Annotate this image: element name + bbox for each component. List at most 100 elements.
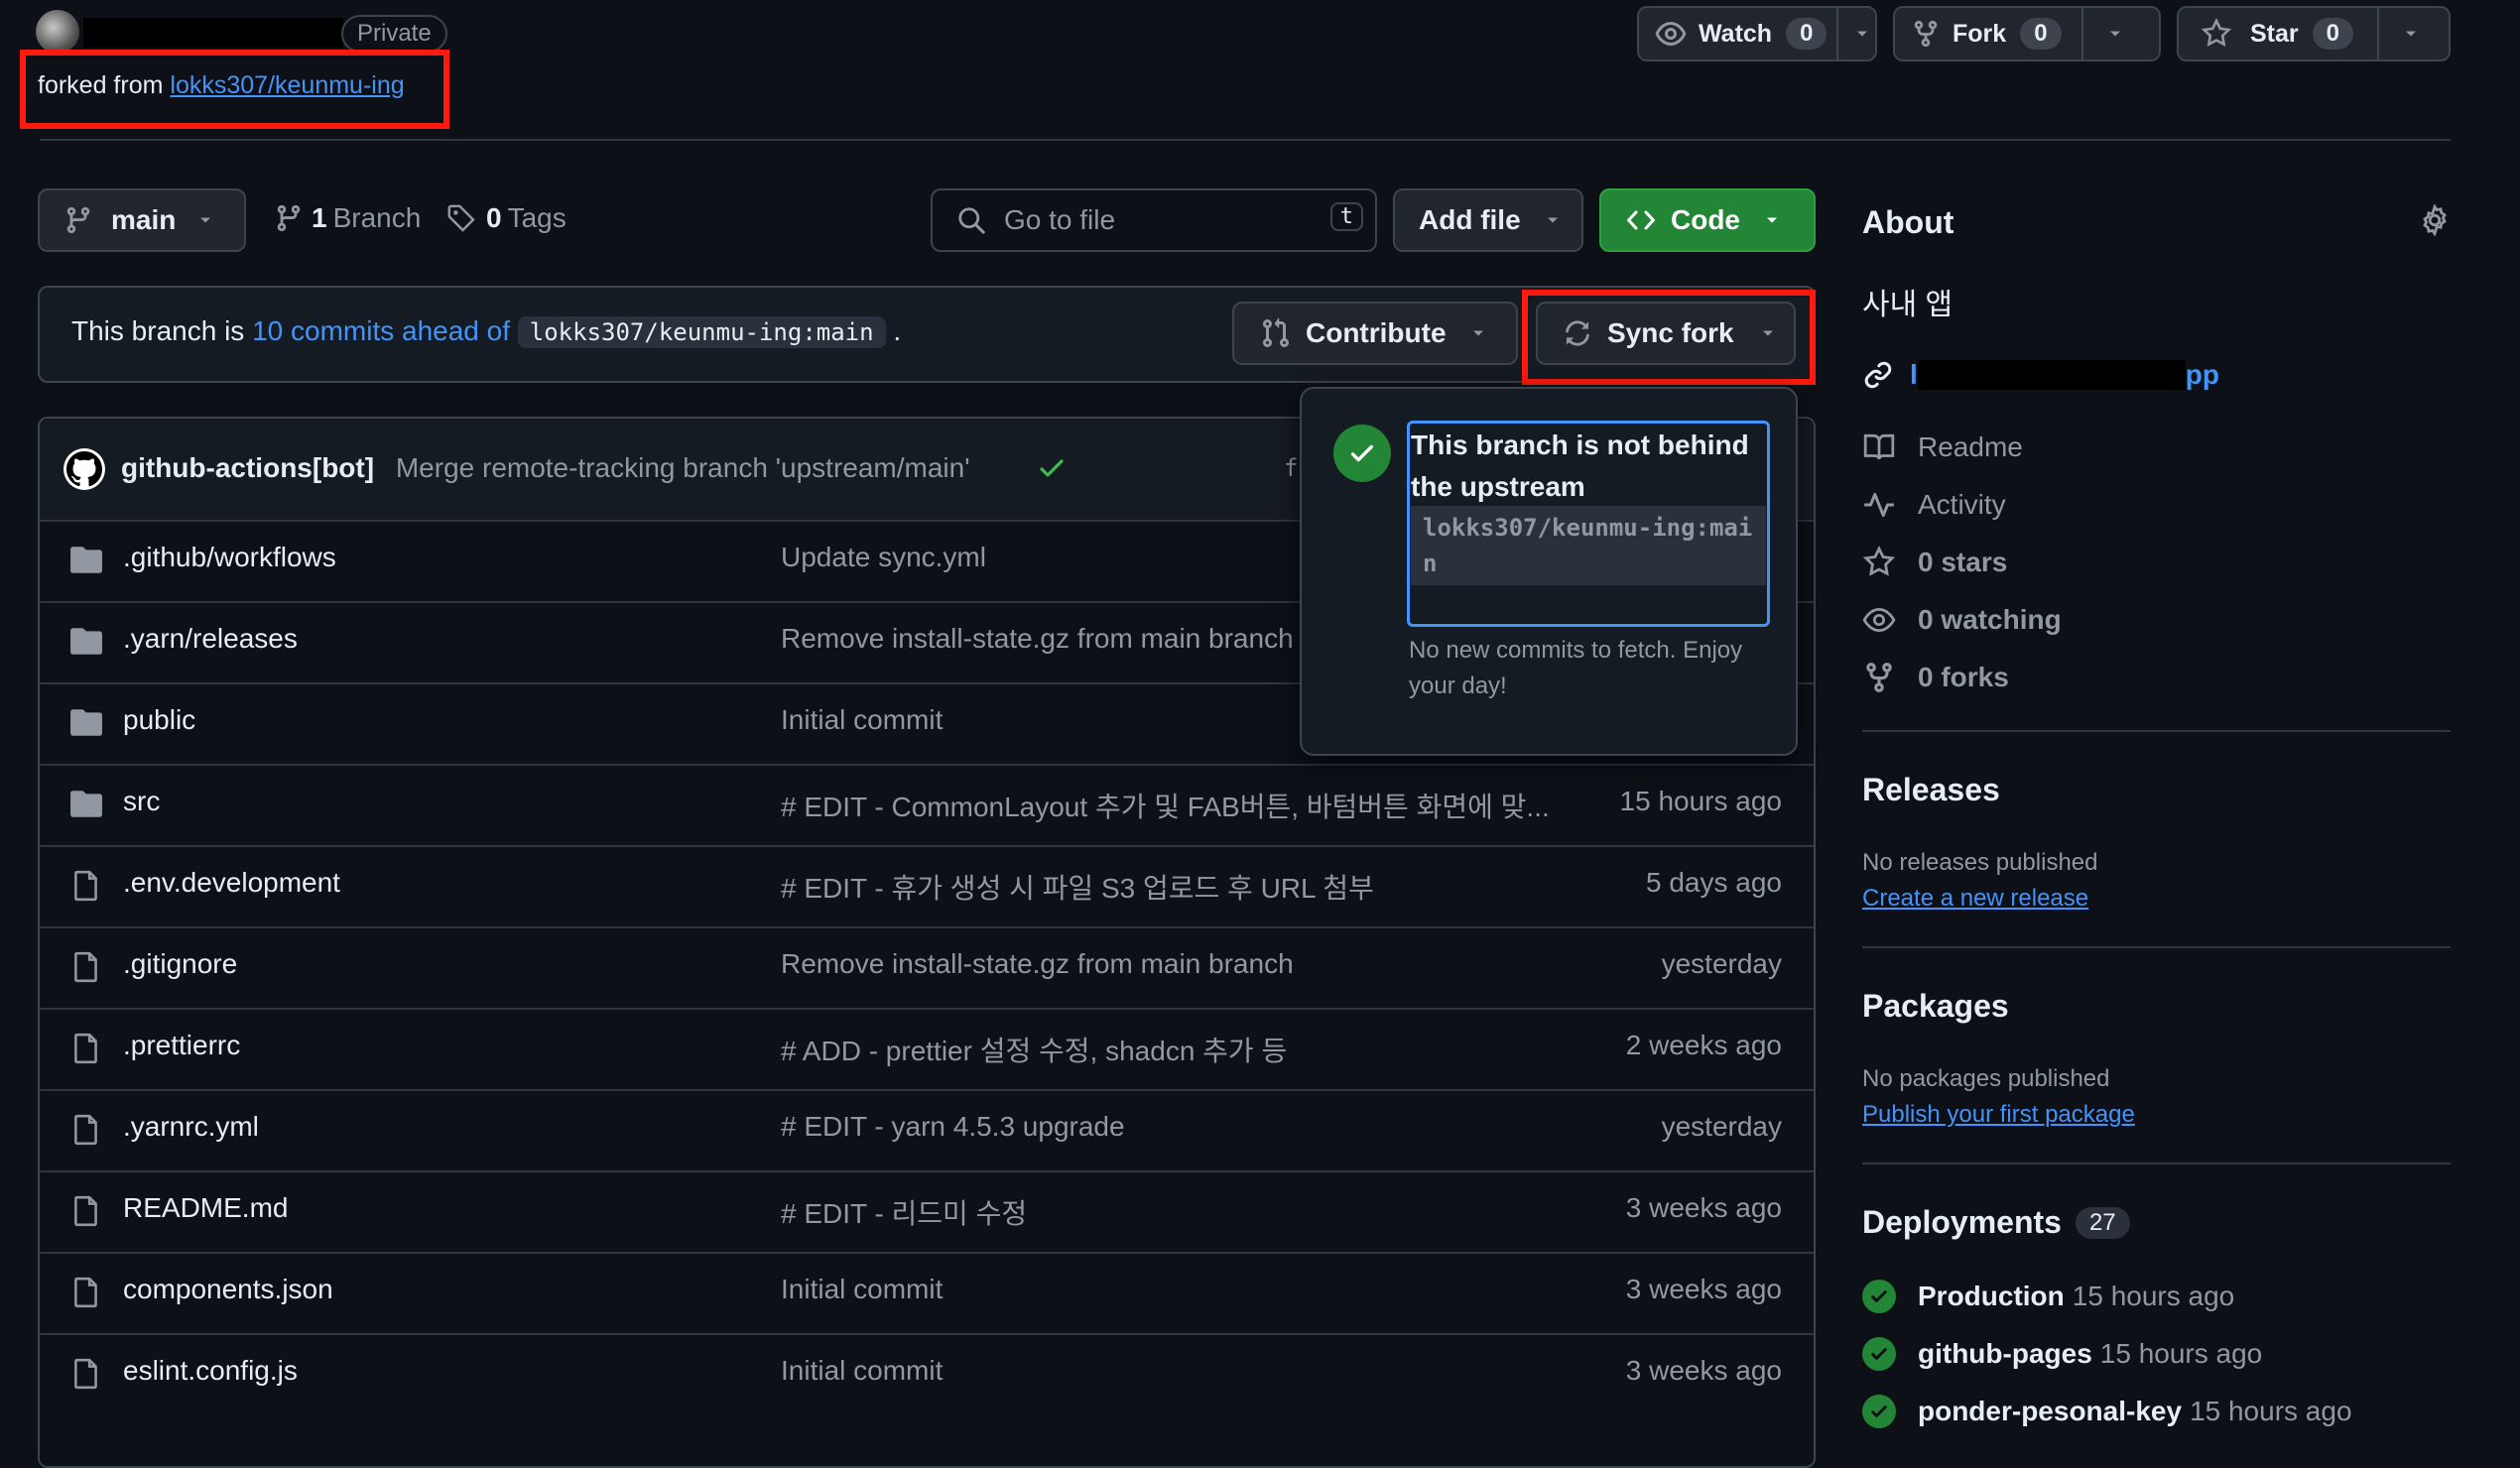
file-commit-date: 3 weeks ago [1625,1355,1782,1386]
file-name[interactable]: .gitignore [123,948,237,980]
file-name[interactable]: public [123,704,195,736]
tag-icon [446,203,476,233]
file-name[interactable]: README.md [123,1192,288,1224]
add-file-button[interactable]: Add file [1393,188,1583,252]
branch-status-text: This branch is 10 commits ahead of lokks… [71,315,902,348]
watch-button[interactable]: Watch 0 [1637,6,1877,61]
book-icon [1862,430,1918,464]
branch-selector[interactable]: main [38,188,246,252]
watch-dropdown-icon[interactable] [1852,24,1872,44]
forks-link[interactable]: 0 forks [1862,661,2009,694]
star-dropdown-icon[interactable] [2401,24,2421,44]
commit-author-avatar[interactable] [63,448,105,490]
activity-link[interactable]: Activity [1862,488,2006,522]
file-name[interactable]: .env.development [123,867,340,899]
check-icon[interactable] [1036,452,1068,484]
file-name[interactable]: .github/workflows [123,542,336,573]
success-check-icon [1333,425,1391,482]
deployment-item[interactable]: ponder-pesonal-key 15 hours ago [1862,1395,2352,1428]
table-row[interactable]: src # EDIT - CommonLayout 추가 및 FAB버튼, 바텀버… [40,764,1814,843]
link-icon [1862,359,1894,391]
avatar[interactable] [36,10,79,54]
publish-package-link[interactable]: Publish your first package [1862,1101,2135,1129]
deployment-time: 15 hours ago [2099,1338,2263,1369]
star-button[interactable]: Star 0 [2177,6,2451,61]
file-commit-date: 2 weeks ago [1625,1030,1782,1060]
table-row[interactable]: .prettierrc # ADD - prettier 설정 수정, shadc… [40,1008,1814,1087]
success-icon [1862,1280,1896,1313]
file-commit-message[interactable]: # EDIT - 리드미 수정 [781,1192,1594,1232]
sidebar-divider-2 [1862,946,2451,948]
popover-title: This branch is not behind the upstream [1411,429,1749,502]
gear-icon[interactable] [2419,204,2451,236]
popover-note: No new commits to fetch. Enjoy your day! [1409,637,1743,699]
file-name[interactable]: eslint.config.js [123,1355,298,1387]
releases-title[interactable]: Releases [1862,772,2000,808]
deployment-item[interactable]: Production 15 hours ago [1862,1280,2234,1313]
packages-title[interactable]: Packages [1862,988,2009,1025]
star-icon [2201,18,2232,50]
header-divider [40,139,2451,141]
folder-icon [69,788,103,821]
stars-link[interactable]: 0 stars [1862,546,2007,579]
file-commit-message[interactable]: # EDIT - 휴가 생성 시 파일 S3 업로드 후 URL 첨부 [781,867,1594,907]
deployment-item[interactable]: github-pages 15 hours ago [1862,1337,2262,1371]
deployment-time: 15 hours ago [2190,1396,2352,1426]
file-commit-message[interactable]: Initial commit [781,1274,1594,1305]
file-commit-message[interactable]: Remove install-state.gz from main branch [781,623,1346,655]
file-icon [69,1276,103,1309]
fork-icon [1911,19,1941,49]
file-commit-message[interactable]: # EDIT - CommonLayout 추가 및 FAB버튼, 바텀버튼 화… [781,786,1594,825]
tags-link[interactable]: 0 Tags [446,202,567,234]
table-row[interactable]: README.md # EDIT - 리드미 수정 3 weeks ago [40,1170,1814,1250]
fork-outline-icon [1862,661,1918,694]
file-name[interactable]: .yarnrc.yml [123,1111,259,1143]
fork-button[interactable]: Fork 0 [1893,6,2161,61]
file-commit-message[interactable]: # ADD - prettier 설정 수정, shadcn 추가 등 [781,1030,1594,1069]
file-icon [69,1113,103,1147]
commit-message[interactable]: Merge remote-tracking branch 'upstream/m… [396,452,970,483]
commit-summary: github-actions[bot] Merge remote-trackin… [121,452,970,484]
eye-icon [1655,18,1687,50]
upstream-ref: lokks307/keunmu-ing:main [517,316,886,348]
file-icon [69,1032,103,1065]
file-commit-message[interactable]: Initial commit [781,1355,1594,1387]
contribute-dropdown-icon [1468,323,1488,343]
fork-dropdown-icon[interactable] [2105,24,2125,44]
homepage-link[interactable]: l pp [1862,359,2219,391]
watching-link[interactable]: 0 watching [1862,603,2062,637]
releases-empty: No releases published [1862,849,2098,876]
code-button[interactable]: Code [1599,188,1816,252]
table-row[interactable]: eslint.config.js Initial commit 3 weeks ag… [40,1333,1814,1412]
commits-ahead-link[interactable]: 10 commits ahead of [252,315,510,346]
about-title: About [1862,204,1954,240]
file-name[interactable]: .prettierrc [123,1030,240,1061]
table-row[interactable]: components.json Initial commit 3 weeks ago [40,1252,1814,1331]
file-commit-message[interactable]: # EDIT - yarn 4.5.3 upgrade [781,1111,1594,1143]
file-commit-date: 3 weeks ago [1625,1192,1782,1223]
pull-request-icon [1260,317,1292,349]
deployment-name: ponder-pesonal-key [1918,1396,2183,1426]
file-name[interactable]: components.json [123,1274,333,1305]
readme-link[interactable]: Readme [1862,430,2023,464]
branches-link[interactable]: 1 Branch [274,202,421,234]
create-release-link[interactable]: Create a new release [1862,885,2088,913]
highlight-box-forked [20,50,449,129]
contribute-button[interactable]: Contribute [1232,302,1518,365]
folder-icon [69,544,103,577]
search-icon [956,205,986,235]
sync-fork-popover: This branch is not behind the upstream l… [1300,387,1798,756]
go-to-file-input[interactable]: Go to file t [931,188,1377,252]
file-name[interactable]: src [123,786,160,817]
commit-author[interactable]: github-actions[bot] [121,452,374,483]
file-commit-message[interactable]: Update sync.yml [781,542,1346,573]
table-row[interactable]: .env.development # EDIT - 휴가 생성 시 파일 S3 업… [40,845,1814,924]
file-commit-message[interactable]: Remove install-state.gz from main branch [781,948,1594,980]
shortcut-key: t [1329,202,1363,231]
table-row[interactable]: .yarnrc.yml # EDIT - yarn 4.5.3 upgrade ye… [40,1089,1814,1168]
table-row[interactable]: .gitignore Remove install-state.gz from m… [40,926,1814,1006]
file-commit-date: 3 weeks ago [1625,1274,1782,1304]
redacted-url [1917,360,2186,390]
file-name[interactable]: .yarn/releases [123,623,298,655]
deployments-header[interactable]: Deployments 27 [1862,1204,2130,1241]
